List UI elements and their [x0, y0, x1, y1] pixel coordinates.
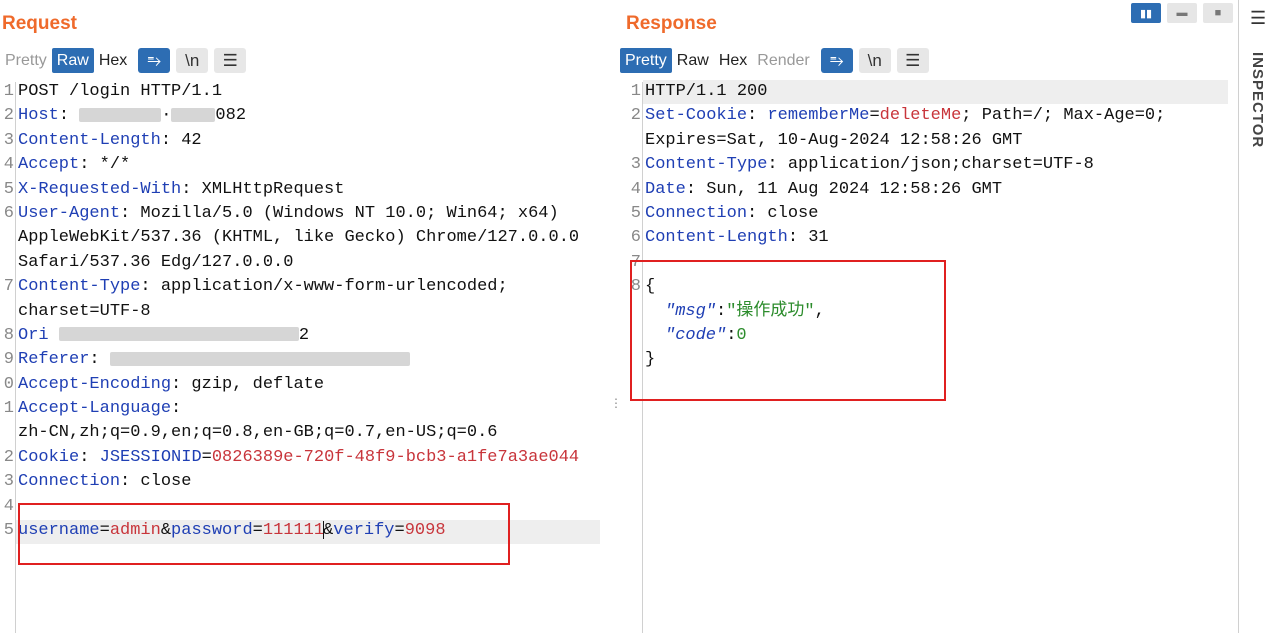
request-line: zh-CN,zh;q=0.9,en;q=0.8,en-GB;q=0.7,en-U…	[18, 423, 498, 443]
response-tab-pretty[interactable]: Pretty	[620, 48, 672, 73]
request-line: 9 Referer:	[0, 348, 606, 372]
request-line: 0 Accept-Encoding: gzip, deflate	[3, 374, 325, 394]
response-line: Expires=Sat, 10-Aug-2024 12:58:26 GMT	[645, 130, 1023, 150]
stacked-layout-button[interactable]: ▬	[1167, 3, 1197, 23]
request-tab-hex[interactable]: Hex	[94, 48, 132, 73]
response-wrap-button[interactable]: ⥱	[820, 48, 853, 73]
request-line: 5 X-Requested-With: XMLHttpRequest	[3, 179, 345, 199]
request-editor[interactable]: 1 POST /login HTTP/1.1 2 Host: · 082 3 Conte…	[0, 80, 606, 543]
response-line: 4 Date: Sun, 11 Aug 2024 12:58:26 GMT	[630, 179, 1003, 199]
inspector-tab[interactable]: INSPECTOR	[1249, 52, 1266, 148]
request-newline-button[interactable]: \n	[176, 48, 209, 73]
response-line: 2 Set-Cookie: rememberMe=deleteMe; Path=/…	[630, 106, 1166, 126]
response-title: Response	[626, 13, 717, 34]
response-tab-hex[interactable]: Hex	[714, 48, 752, 73]
response-line: 5 Connection: close	[630, 203, 819, 223]
request-tab-pretty[interactable]: Pretty	[0, 48, 52, 73]
wrap-icon: ⥱	[829, 51, 844, 70]
pane-splitter-handle[interactable]: ⋮	[610, 396, 622, 410]
request-line: 1 POST /login HTTP/1.1	[3, 82, 223, 101]
layout-buttons: ▮▮ ▬ ■	[1131, 3, 1233, 23]
hamburger-menu-icon[interactable]: ☰	[1250, 8, 1266, 29]
response-line: 3 Content-Type: application/json;charset=…	[630, 155, 1094, 175]
request-line: 2 Host: · 082	[3, 106, 247, 126]
single-layout-button[interactable]: ■	[1203, 3, 1233, 23]
request-line: 8 Ori 2	[3, 325, 310, 345]
request-line: 3 Content-Length: 42	[3, 130, 202, 150]
request-line: Safari/537.36 Edg/127.0.0.0	[18, 252, 294, 272]
request-line: charset=UTF-8	[18, 301, 151, 321]
wrap-icon: ⥱	[147, 51, 162, 70]
side-by-side-layout-button[interactable]: ▮▮	[1131, 3, 1161, 23]
response-tab-render[interactable]: Render	[752, 48, 814, 73]
response-body-highlight-box	[630, 260, 946, 401]
menu-icon: ☰	[222, 51, 238, 70]
response-menu-button[interactable]: ☰	[896, 48, 929, 73]
menu-icon: ☰	[905, 51, 921, 70]
request-line: 3 Connection: close	[3, 472, 192, 492]
request-line: 6 User-Agent: Mozilla/5.0 (Windows NT 10.…	[3, 203, 559, 223]
request-line: 7 Content-Type: application/x-www-form-ur…	[3, 277, 508, 297]
newline-icon: \n	[185, 51, 200, 70]
request-menu-button[interactable]: ☰	[214, 48, 247, 73]
request-line: 2 Cookie: JSESSIONID=0826389e-720f-48f9-b…	[3, 447, 580, 467]
response-line: 1 HTTP/1.1 200	[630, 82, 768, 101]
request-line: 4 Accept: */*	[3, 155, 131, 175]
request-wrap-button[interactable]: ⥱	[138, 48, 171, 73]
request-tab-raw[interactable]: Raw	[51, 48, 94, 73]
request-line: 1 Accept-Language:	[3, 399, 182, 419]
response-toolbar: Pretty Raw Hex Render ⥱ \n ☰	[620, 47, 929, 74]
response-newline-button[interactable]: \n	[858, 48, 891, 73]
request-title: Request	[2, 13, 77, 34]
response-line: 6 Content-Length: 31	[630, 228, 829, 248]
response-tab-raw[interactable]: Raw	[672, 48, 714, 73]
newline-icon: \n	[867, 51, 882, 70]
request-toolbar: Pretty Raw Hex ⥱ \n ☰	[0, 47, 247, 74]
request-body-highlight-box	[18, 503, 510, 565]
request-line: AppleWebKit/537.36 (KHTML, like Gecko) C…	[18, 228, 580, 248]
